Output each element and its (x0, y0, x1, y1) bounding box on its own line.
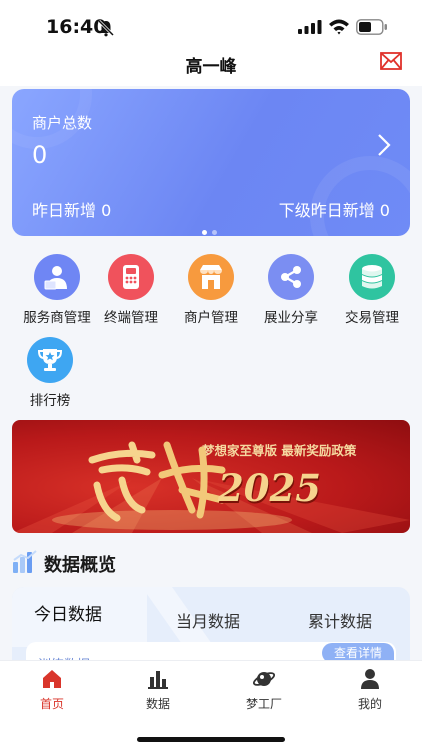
status-bar: 16:40 (0, 0, 422, 50)
menu-item-share[interactable]: 展业分享 (251, 254, 331, 326)
tab-profile[interactable]: 我的 (340, 667, 400, 712)
bell-off-icon (97, 19, 115, 37)
chevron-right-icon[interactable] (377, 133, 391, 157)
yesterday-new-stat: 昨日新增 0 (32, 201, 112, 220)
carousel-pagination[interactable] (202, 220, 232, 235)
page-title: 高一峰 (185, 57, 237, 77)
menu-item-merchant[interactable]: 商户管理 (171, 254, 251, 326)
profile-icon (361, 669, 379, 689)
tab-month[interactable]: 当月数据 (176, 608, 240, 632)
pos-terminal-icon (108, 254, 154, 300)
carousel-dot[interactable] (202, 230, 207, 235)
menu-item-transactions[interactable]: 交易管理 (332, 254, 412, 326)
promo-banner[interactable]: 梦想家至尊版 最新奖励政策 2025 (12, 420, 410, 533)
menu-item-leaderboard[interactable]: 排行榜 (10, 337, 90, 409)
tab-label: 首页 (39, 697, 64, 711)
bar-chart-icon (148, 671, 168, 689)
tab-label: 我的 (357, 697, 382, 711)
sub-yesterday-new-stat: 下级昨日新增 0 (278, 201, 390, 220)
banner-calligraphy-logo (88, 441, 226, 522)
tab-label: 梦工厂 (245, 697, 282, 711)
menu-label: 服务商管理 (23, 310, 91, 326)
section-title: 数据概览 (44, 555, 116, 576)
menu-label: 交易管理 (345, 310, 399, 326)
tab-home[interactable]: 首页 (22, 667, 82, 712)
menu-label: 排行榜 (29, 393, 71, 409)
share-icon (268, 254, 314, 300)
service-provider-icon (34, 254, 80, 300)
trophy-icon (27, 337, 73, 383)
menu-item-service-provider[interactable]: 服务商管理 (17, 254, 97, 326)
tab-dream-factory[interactable]: 梦工厂 (234, 667, 294, 712)
merchant-total-value: 0 (32, 141, 48, 169)
tab-label: 数据 (145, 697, 170, 711)
planet-icon (252, 672, 276, 686)
navigation-bar: 高一峰 (0, 44, 422, 86)
menu-item-terminal[interactable]: 终端管理 (91, 254, 171, 326)
carousel-dot[interactable] (212, 230, 217, 235)
menu-label: 终端管理 (104, 310, 158, 326)
store-icon (188, 254, 234, 300)
merchant-total-label: 商户总数 (32, 114, 93, 132)
mail-icon[interactable] (380, 52, 402, 70)
merchant-summary-card[interactable]: 商户总数 0 昨日新增 0 下级昨日新增 0 (12, 89, 410, 236)
tab-cumulative[interactable]: 累计数据 (308, 608, 372, 632)
tab-today[interactable]: 今日数据 (34, 600, 102, 625)
battery-icon (356, 19, 387, 35)
coins-icon (349, 254, 395, 300)
card-decoration (310, 156, 410, 236)
menu-label: 展业分享 (264, 310, 318, 326)
banner-year: 2025 (218, 466, 321, 510)
data-overview-icon (13, 550, 37, 573)
menu-label: 商户管理 (184, 310, 238, 326)
home-indicator[interactable] (137, 737, 285, 742)
home-icon (43, 670, 61, 688)
tab-data[interactable]: 数据 (128, 667, 188, 712)
wifi-icon (329, 19, 349, 35)
cellular-signal-icon (298, 20, 322, 34)
